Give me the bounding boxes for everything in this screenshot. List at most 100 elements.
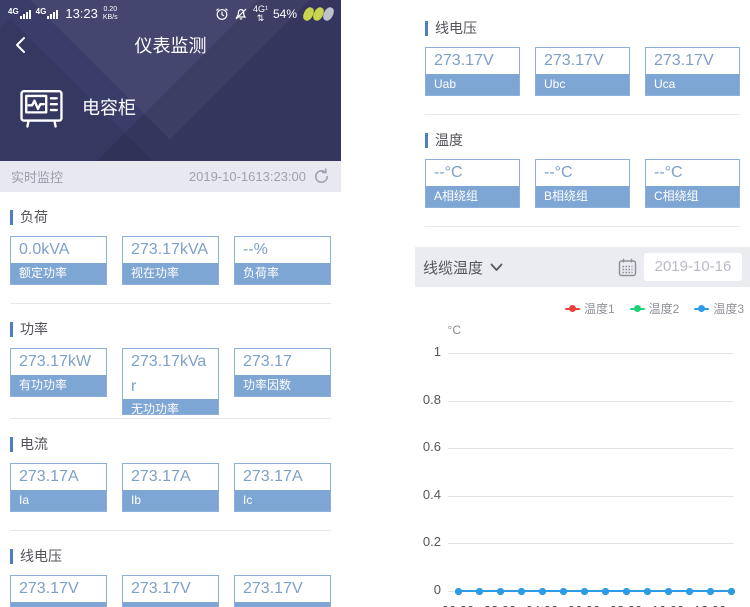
metric-value: 273.17V xyxy=(19,580,79,597)
metric-value: --% xyxy=(243,241,268,258)
metric-label: Ia xyxy=(11,490,106,511)
screen-left: 4G 4G 13:23 0.20 KB/s 4G¹ ⇅ 54% 仪表监测 电容柜… xyxy=(0,0,341,607)
metric-value: 273.17A xyxy=(243,468,303,485)
data-point xyxy=(727,587,735,595)
metric-value: --°C xyxy=(654,164,683,181)
device-name: 电容柜 xyxy=(82,97,136,118)
section-title: 线电压 xyxy=(20,548,62,564)
alarm-clock-icon xyxy=(216,7,228,20)
network-speed: 0.20 KB/s xyxy=(102,5,118,21)
data-point xyxy=(496,587,504,595)
back-icon[interactable] xyxy=(10,34,32,56)
signal-4g-icon: 4G xyxy=(8,8,31,19)
metric-label: Ib xyxy=(123,490,218,511)
data-point xyxy=(475,587,483,595)
gridline xyxy=(448,495,734,497)
data-point xyxy=(580,587,588,595)
metric-label: 负荷率 xyxy=(235,263,330,284)
x-tick-label: 00:00 xyxy=(434,603,482,607)
metric-label: Uca xyxy=(646,74,739,95)
metric-value: 273.17V xyxy=(654,52,714,69)
section-header: 功率 xyxy=(10,319,331,339)
monitor-label: 实时监控 xyxy=(11,170,64,185)
metric-card: 273.17V Uab xyxy=(425,47,520,96)
refresh-icon[interactable] xyxy=(313,168,330,185)
metric-card-row: 273.17V Uab 273.17V Ubc 273.17V Uca xyxy=(10,575,331,607)
metric-sections-right: 线电压 273.17V Uab 273.17V Ubc 273.17V Uca 温度 --°C A… xyxy=(415,0,750,227)
section-header: 温度 xyxy=(425,130,740,150)
cable-temperature-bar: 线缆温度 2019-10-16 xyxy=(415,247,750,287)
metric-card-row: 0.0kVA 额定功率 273.17kVA 视在功率 --% 负荷率 xyxy=(10,236,331,285)
legend-item[interactable]: 温度2 xyxy=(629,300,680,317)
legend-item[interactable]: 温度3 xyxy=(694,300,744,317)
section-header: 线电压 xyxy=(10,546,331,566)
gridline xyxy=(448,448,734,450)
metric-card: 273.17A Ib xyxy=(122,463,219,512)
metric-value: --°C xyxy=(434,164,463,181)
metric-value: 273.17V xyxy=(544,52,604,69)
metric-label: C相绕组 xyxy=(646,186,739,207)
legend-item[interactable]: 温度1 xyxy=(564,300,615,317)
metric-label: 无功功率 xyxy=(123,399,218,414)
metric-section: 功率 273.17kW 有功功率 273.17kVar 无功功率 273.17 功率因数 xyxy=(0,304,341,415)
y-tick-label: 1 xyxy=(433,344,441,359)
metric-card: --°C B相绕组 xyxy=(535,159,630,208)
metric-value: 273.17V xyxy=(243,580,303,597)
calendar-icon xyxy=(618,258,637,276)
data-point xyxy=(601,587,609,595)
realtime-monitor-bar: 实时监控 2019-10-1613:23:00 xyxy=(0,161,341,192)
page-title: 仪表监测 xyxy=(134,36,207,56)
legend-label: 温度1 xyxy=(583,302,615,316)
metric-section: 线电压 273.17V Uab 273.17V Ubc 273.17V Uca xyxy=(0,531,341,607)
legend-marker-icon xyxy=(694,305,710,312)
metric-label: A相绕组 xyxy=(426,186,519,207)
metric-card: 273.17V Ubc xyxy=(535,47,630,96)
data-point xyxy=(643,587,651,595)
metric-card-row: 273.17kW 有功功率 273.17kVar 无功功率 273.17 功率因数 xyxy=(10,348,331,415)
metric-card: 273.17A Ia xyxy=(10,463,107,512)
y-tick-label: 0 xyxy=(433,582,441,597)
section-header: 负荷 xyxy=(10,207,331,227)
x-tick-label: 10:00 xyxy=(644,603,692,607)
metric-value: 273.17V xyxy=(434,52,494,69)
section-title: 功率 xyxy=(20,321,48,337)
metric-label: B相绕组 xyxy=(536,186,629,207)
section-title: 线电压 xyxy=(435,20,477,36)
metric-card: 273.17V Uca xyxy=(234,575,331,607)
section-marker xyxy=(10,548,13,564)
metric-label: 额定功率 xyxy=(11,263,106,284)
metric-label: Uab xyxy=(426,74,519,95)
app-header: 4G 4G 13:23 0.20 KB/s 4G¹ ⇅ 54% 仪表监测 电容柜 xyxy=(0,0,341,161)
metric-value: --°C xyxy=(544,164,573,181)
data-point xyxy=(517,587,525,595)
x-tick-label: 08:00 xyxy=(602,603,650,607)
battery-icon xyxy=(301,5,336,22)
data-point xyxy=(559,587,567,595)
y-axis-unit: °C xyxy=(447,323,461,337)
metric-value: 273.17kVar xyxy=(131,353,207,395)
section-title: 温度 xyxy=(435,132,463,148)
metric-label: Ubc xyxy=(123,602,218,607)
data-point xyxy=(685,587,693,595)
app-screenshot: 4G 4G 13:23 0.20 KB/s 4G¹ ⇅ 54% 仪表监测 电容柜… xyxy=(0,0,750,607)
volte-icon: 4G¹ ⇅ xyxy=(252,3,268,23)
legend-label: 温度2 xyxy=(648,302,680,316)
metric-value: 273.17A xyxy=(131,468,191,485)
status-bar: 4G 4G 13:23 0.20 KB/s 4G¹ ⇅ 54% xyxy=(0,0,341,27)
metric-label: Ic xyxy=(235,490,330,511)
metric-label: Uab xyxy=(11,602,106,607)
device-row: 电容柜 xyxy=(0,83,341,130)
metric-card: --% 负荷率 xyxy=(234,236,331,285)
data-point xyxy=(454,587,462,595)
data-point xyxy=(664,587,672,595)
section-marker xyxy=(425,20,428,36)
gridline xyxy=(448,353,734,354)
cable-temperature-dropdown[interactable]: 线缆温度 xyxy=(423,257,503,278)
legend-marker-icon xyxy=(564,305,580,312)
metric-card-row: 273.17A Ia 273.17A Ib 273.17A Ic xyxy=(10,463,331,512)
metric-section: 负荷 0.0kVA 额定功率 273.17kVA 视在功率 --% 负荷率 xyxy=(0,192,341,285)
section-marker xyxy=(10,436,13,452)
date-picker[interactable]: 2019-10-16 xyxy=(644,253,742,281)
section-divider xyxy=(425,226,740,227)
metric-card: --°C C相绕组 xyxy=(645,159,740,208)
